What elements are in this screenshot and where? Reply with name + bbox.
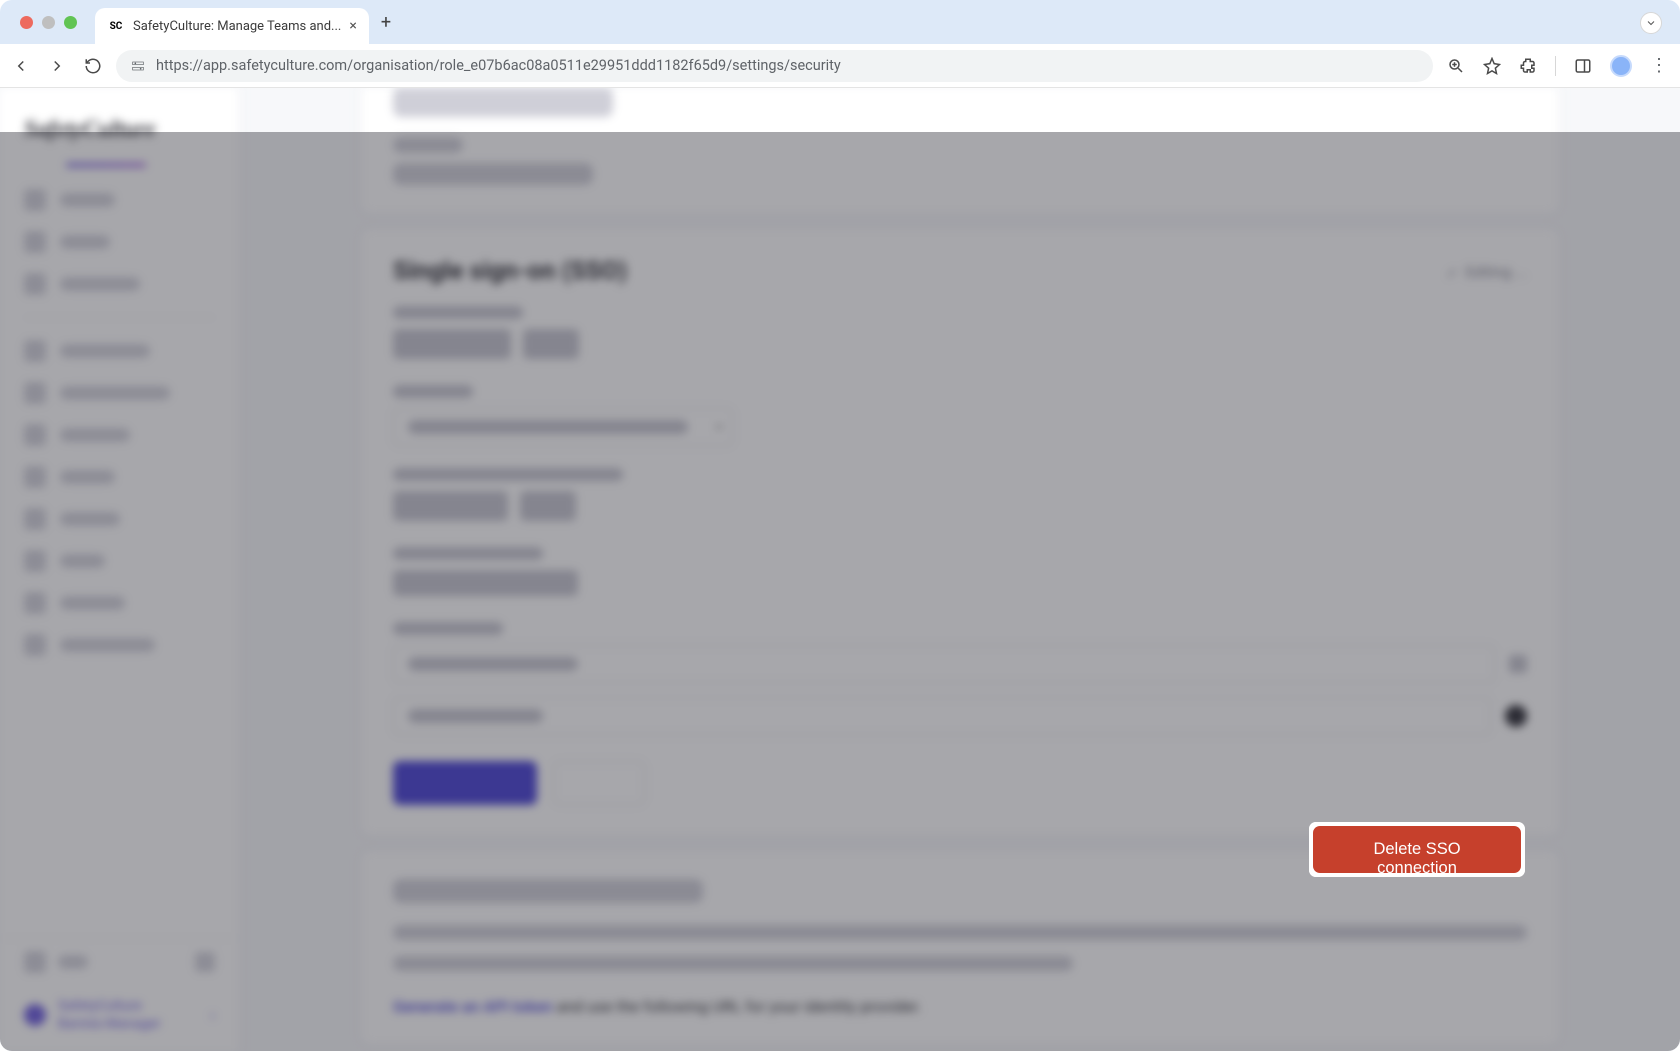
sidebar: SafetyCulture: [0, 88, 240, 1051]
scim-footer-prefix: Generate an: [393, 997, 483, 1016]
sidebar-item[interactable]: [0, 456, 239, 498]
editing-label: Editing ...: [1466, 263, 1527, 281]
reload-icon[interactable]: [84, 57, 102, 75]
tab-title: SafetyCulture: Manage Teams and...: [133, 19, 341, 34]
api-token-link[interactable]: API token: [483, 997, 552, 1016]
new-tab-button[interactable]: +: [381, 0, 391, 44]
close-window-icon[interactable]: [20, 16, 33, 29]
copy-icon[interactable]: [1509, 655, 1527, 673]
sidebar-item[interactable]: [0, 372, 239, 414]
window-controls: [20, 0, 77, 44]
sidebar-item[interactable]: [0, 582, 239, 624]
sso-url-input[interactable]: [393, 645, 1495, 683]
scim-card: Generate an API token and use the follow…: [360, 850, 1560, 1045]
sidebar-item[interactable]: [0, 330, 239, 372]
chevron-right-icon: ›: [210, 1005, 215, 1024]
profile-avatar-icon[interactable]: [1610, 55, 1632, 77]
browser-window: SC SafetyCulture: Manage Teams and... × …: [0, 0, 1680, 1051]
url-text: https://app.safetyculture.com/organisati…: [156, 57, 841, 74]
sidebar-item[interactable]: [0, 179, 239, 221]
back-icon[interactable]: [12, 57, 30, 75]
sso-actions: [393, 759, 1527, 807]
tabs-dropdown-button[interactable]: [1640, 12, 1662, 34]
app-logo: SafetyCulture: [24, 116, 239, 142]
save-button[interactable]: [393, 761, 537, 805]
settings-card: [360, 88, 1560, 214]
logo-underline: [66, 163, 146, 167]
sidebar-item[interactable]: [0, 221, 239, 263]
sidebar-item[interactable]: [0, 498, 239, 540]
sidebar-item[interactable]: [0, 540, 239, 582]
sidebar-footer-item[interactable]: [0, 939, 239, 985]
maximize-window-icon[interactable]: [64, 16, 77, 29]
app-viewport: SafetyCulture: [0, 88, 1680, 1051]
delete-sso-button[interactable]: Delete SSO connection: [1313, 826, 1521, 873]
pencil-icon: [1446, 265, 1460, 279]
browser-toolbar: https://app.safetyculture.com/organisati…: [0, 44, 1680, 88]
zoom-icon[interactable]: [1447, 57, 1465, 75]
org-name-line1: SafetyCulture: [58, 997, 198, 1015]
main-content: Single sign-on (SSO) Editing ...: [240, 88, 1680, 1051]
sidebar-item[interactable]: [0, 414, 239, 456]
tab-favicon: SC: [107, 17, 125, 35]
minimize-window-icon[interactable]: [42, 16, 55, 29]
site-settings-icon[interactable]: [130, 58, 146, 74]
extensions-icon[interactable]: [1519, 57, 1537, 75]
sso-section-title: Single sign-on (SSO): [393, 257, 627, 286]
sidebar-nav: [0, 179, 239, 938]
toggle-switch[interactable]: [1505, 705, 1527, 727]
org-switcher[interactable]: SafetyCulture Barista Manager ›: [0, 985, 239, 1051]
cancel-button[interactable]: [553, 761, 645, 805]
bookmark-icon[interactable]: [1483, 57, 1501, 75]
close-tab-icon[interactable]: ×: [349, 18, 356, 34]
tab-strip: SC SafetyCulture: Manage Teams and... × …: [0, 0, 1680, 44]
editing-indicator: Editing ...: [1446, 263, 1527, 281]
toolbar-separator: [1555, 56, 1556, 76]
sso-toggle-input[interactable]: [393, 697, 1491, 735]
sidebar-item[interactable]: [0, 263, 239, 305]
scim-footer-suffix: and use the following URL for your ident…: [553, 997, 922, 1016]
sidepanel-icon[interactable]: [1574, 57, 1592, 75]
address-bar[interactable]: https://app.safetyculture.com/organisati…: [116, 50, 1433, 82]
org-name-line2: Barista Manager: [58, 1015, 198, 1033]
sidebar-item[interactable]: [0, 624, 239, 666]
sso-card: Single sign-on (SSO) Editing ...: [360, 228, 1560, 836]
forward-icon[interactable]: [48, 57, 66, 75]
browser-tab[interactable]: SC SafetyCulture: Manage Teams and... ×: [95, 8, 369, 44]
browser-menu-icon[interactable]: ⋮: [1650, 55, 1668, 76]
org-avatar-icon: [24, 1004, 46, 1026]
